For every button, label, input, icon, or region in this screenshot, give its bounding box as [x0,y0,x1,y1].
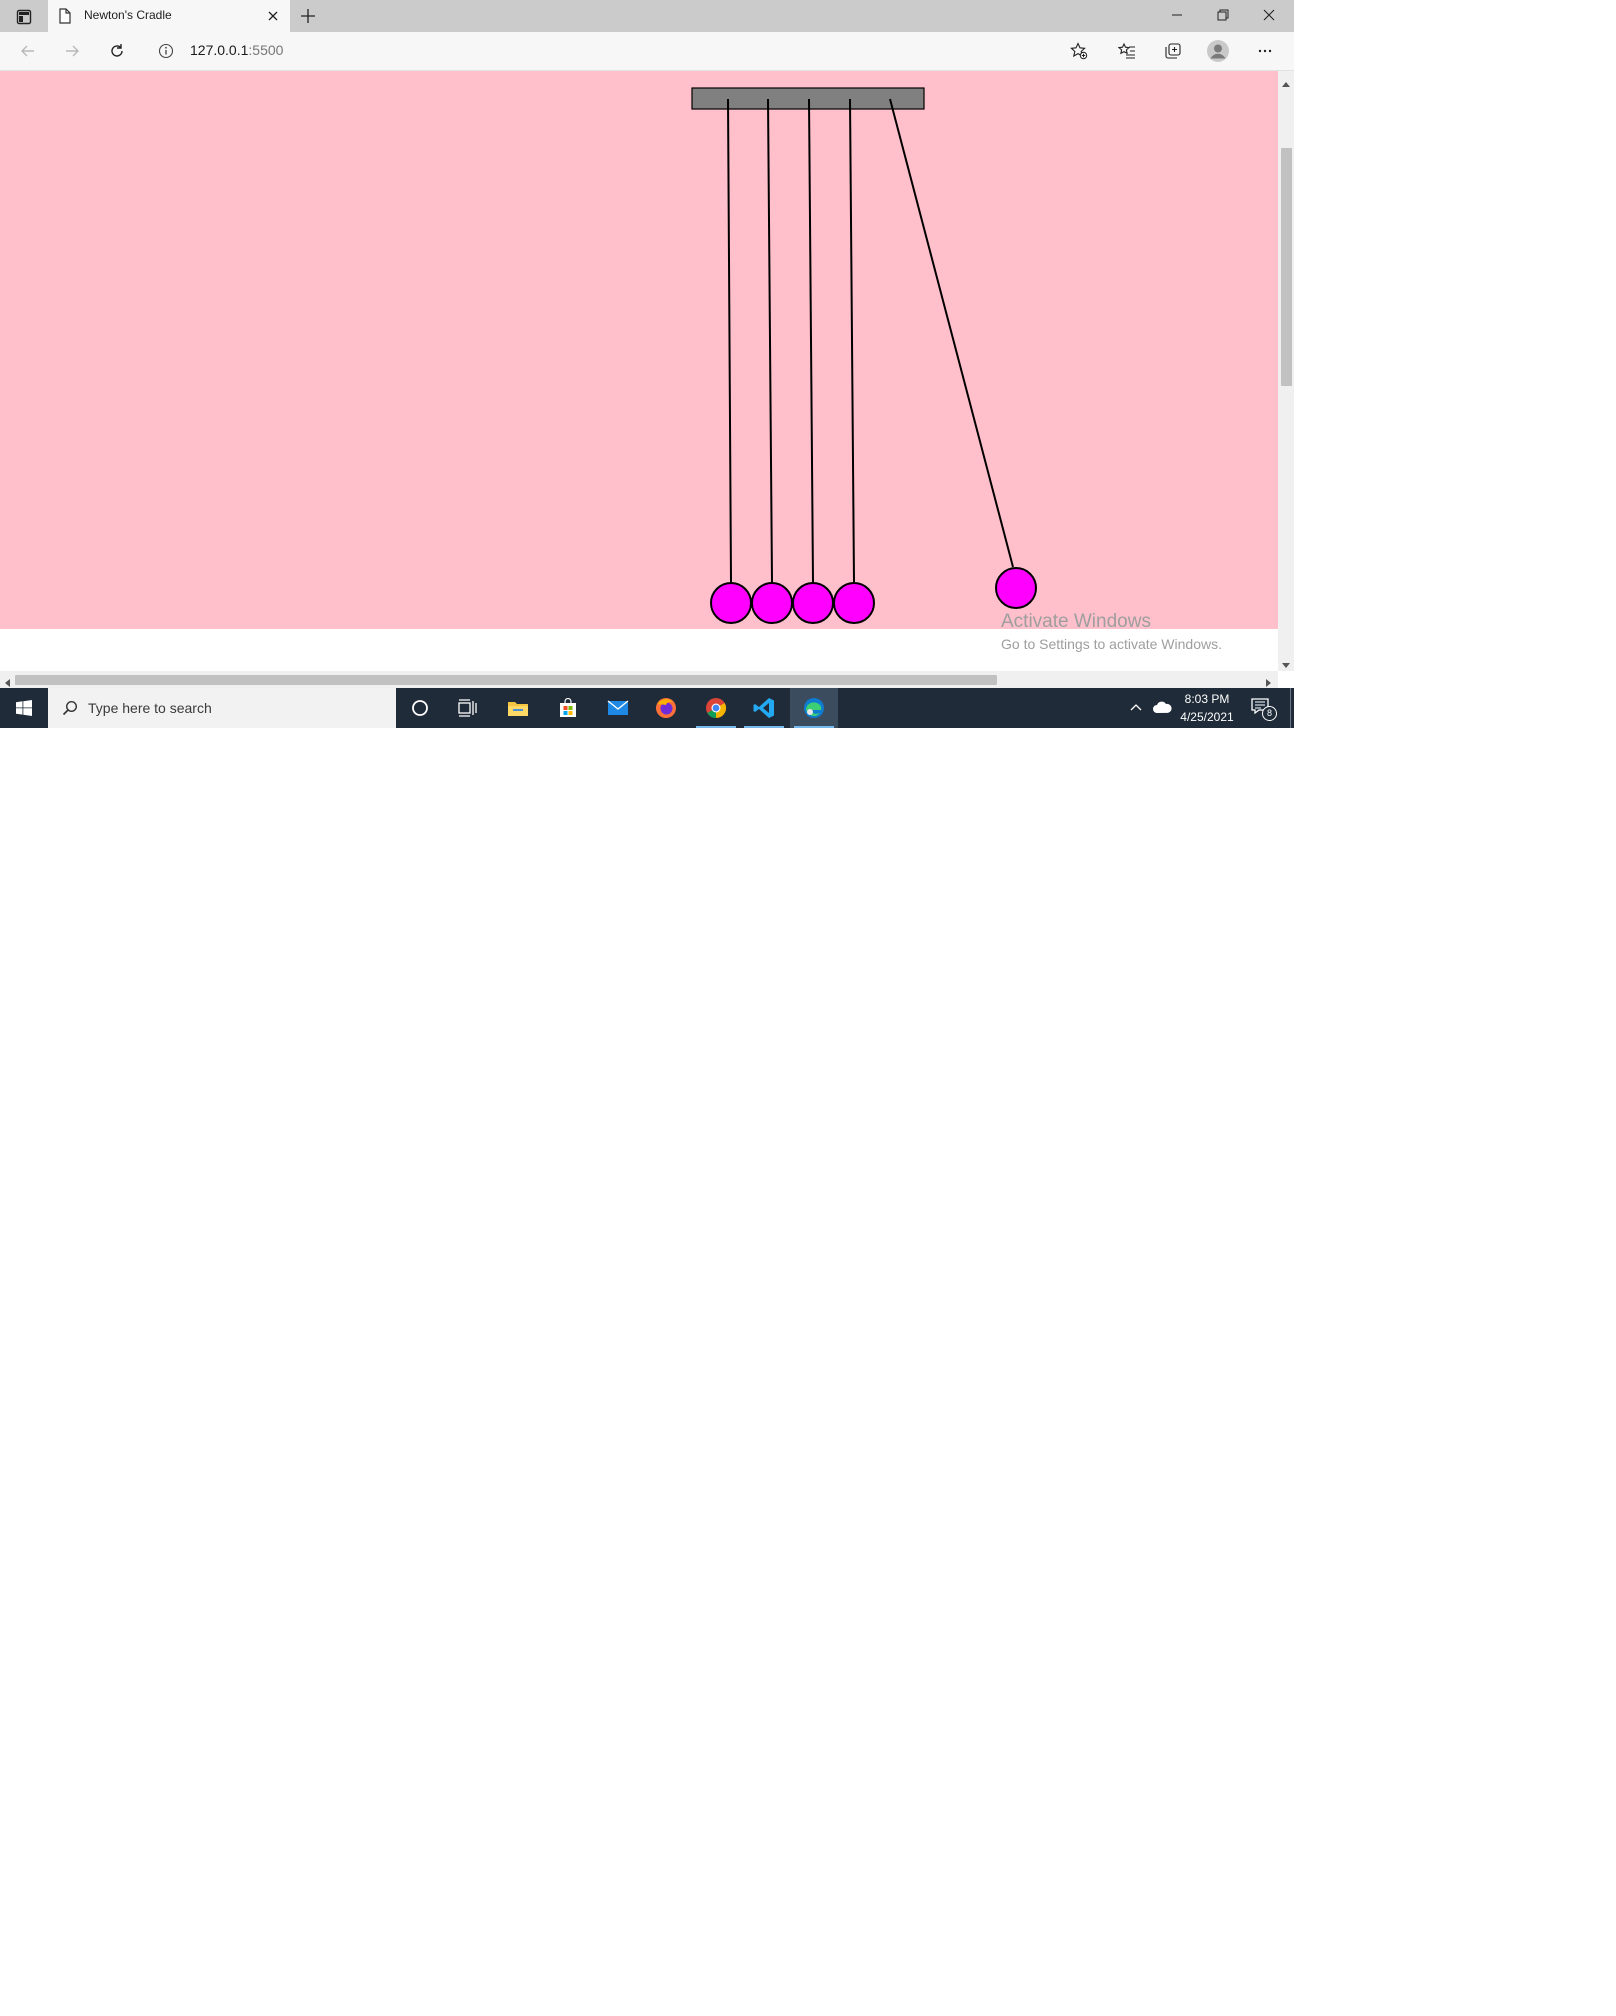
favorites-icon[interactable] [1112,36,1142,66]
notification-count: 8 [1262,706,1277,721]
pendulum-ball [751,582,793,624]
tab-actions-icon[interactable] [10,6,38,28]
firefox-icon[interactable] [642,688,690,728]
browser-tab[interactable]: Newton's Cradle [48,0,290,32]
show-desktop-button[interactable] [1290,688,1294,728]
web-page [0,71,1278,631]
cradle-frame [691,87,925,110]
notification-icon[interactable]: 8 [1250,696,1277,721]
pendulum-ball [833,582,875,624]
horizontal-scroll-thumb[interactable] [15,675,997,685]
activate-windows-subtitle: Go to Settings to activate Windows. [1001,636,1222,652]
search-placeholder: Type here to search [88,700,212,716]
close-icon[interactable] [1246,0,1292,30]
pendulum-string [767,98,773,583]
scroll-right-icon[interactable] [1264,675,1272,687]
pendulum-ball [792,582,834,624]
store-icon[interactable] [544,688,592,728]
scroll-left-icon[interactable] [4,675,12,687]
page-icon [58,8,72,29]
chevron-up-icon[interactable] [1128,700,1144,716]
activate-windows-title: Activate Windows [1001,611,1151,632]
taskbar-clock-time[interactable]: 8:03 PM [1182,692,1232,706]
pendulum-string [808,98,814,583]
add-favorite-icon[interactable] [1064,36,1094,66]
restore-icon[interactable] [1200,0,1246,30]
pendulum-string [889,98,1014,568]
browser-title-bar: Newton's Cradle [0,0,1294,32]
windows-start-icon[interactable] [0,688,48,728]
minimize-icon[interactable] [1154,0,1200,30]
collections-icon[interactable] [1158,36,1188,66]
mail-icon[interactable] [594,688,642,728]
edge-icon[interactable] [790,688,838,728]
search-icon [62,700,78,721]
taskbar-clock-date[interactable]: 4/25/2021 [1176,710,1238,724]
url-host: 127.0.0.1 [190,42,249,58]
task-view-icon[interactable] [444,688,492,728]
refresh-icon[interactable] [102,36,132,66]
chrome-icon[interactable] [692,688,740,728]
scroll-up-icon[interactable] [1281,76,1291,87]
pendulum-string [727,98,732,583]
vscode-icon[interactable] [740,688,788,728]
info-icon[interactable] [158,43,174,59]
plus-icon[interactable] [296,5,320,27]
back-arrow-icon[interactable] [13,36,43,66]
onedrive-icon[interactable] [1152,700,1172,716]
pendulum-ball [995,567,1037,609]
url-port: :5500 [248,42,284,58]
taskbar-search-box[interactable]: Type here to search [48,688,396,728]
file-explorer-icon[interactable] [494,688,542,728]
newtons-cradle [691,87,1037,624]
profile-icon[interactable] [1203,36,1233,66]
cortana-icon[interactable] [396,688,444,728]
pendulum-string [849,98,855,583]
more-icon[interactable] [1250,36,1280,66]
forward-arrow-icon[interactable] [57,36,87,66]
address-bar[interactable]: 127.0.0.1:5500 [190,42,283,58]
pendulum-ball [710,582,752,624]
vertical-scroll-thumb[interactable] [1281,148,1292,386]
tab-title: Newton's Cradle [84,8,172,22]
close-icon[interactable] [264,7,282,25]
scroll-down-icon[interactable] [1281,656,1291,668]
